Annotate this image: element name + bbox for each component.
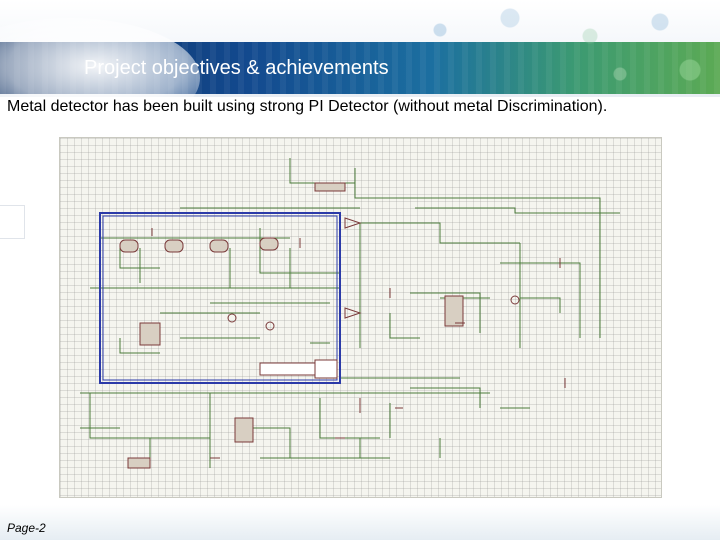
side-tab xyxy=(0,205,25,239)
banner-decoration xyxy=(400,0,720,97)
slide-subtitle: Metal detector has been built using stro… xyxy=(7,98,608,115)
slide-title: Project objectives & achievements xyxy=(84,57,389,79)
footer-band xyxy=(0,505,720,540)
page-number: Page-2 xyxy=(7,521,46,535)
circuit-schematic-image xyxy=(59,137,662,498)
schematic-drawing xyxy=(80,158,620,469)
header-banner: Project objectives & achievements xyxy=(0,0,720,97)
